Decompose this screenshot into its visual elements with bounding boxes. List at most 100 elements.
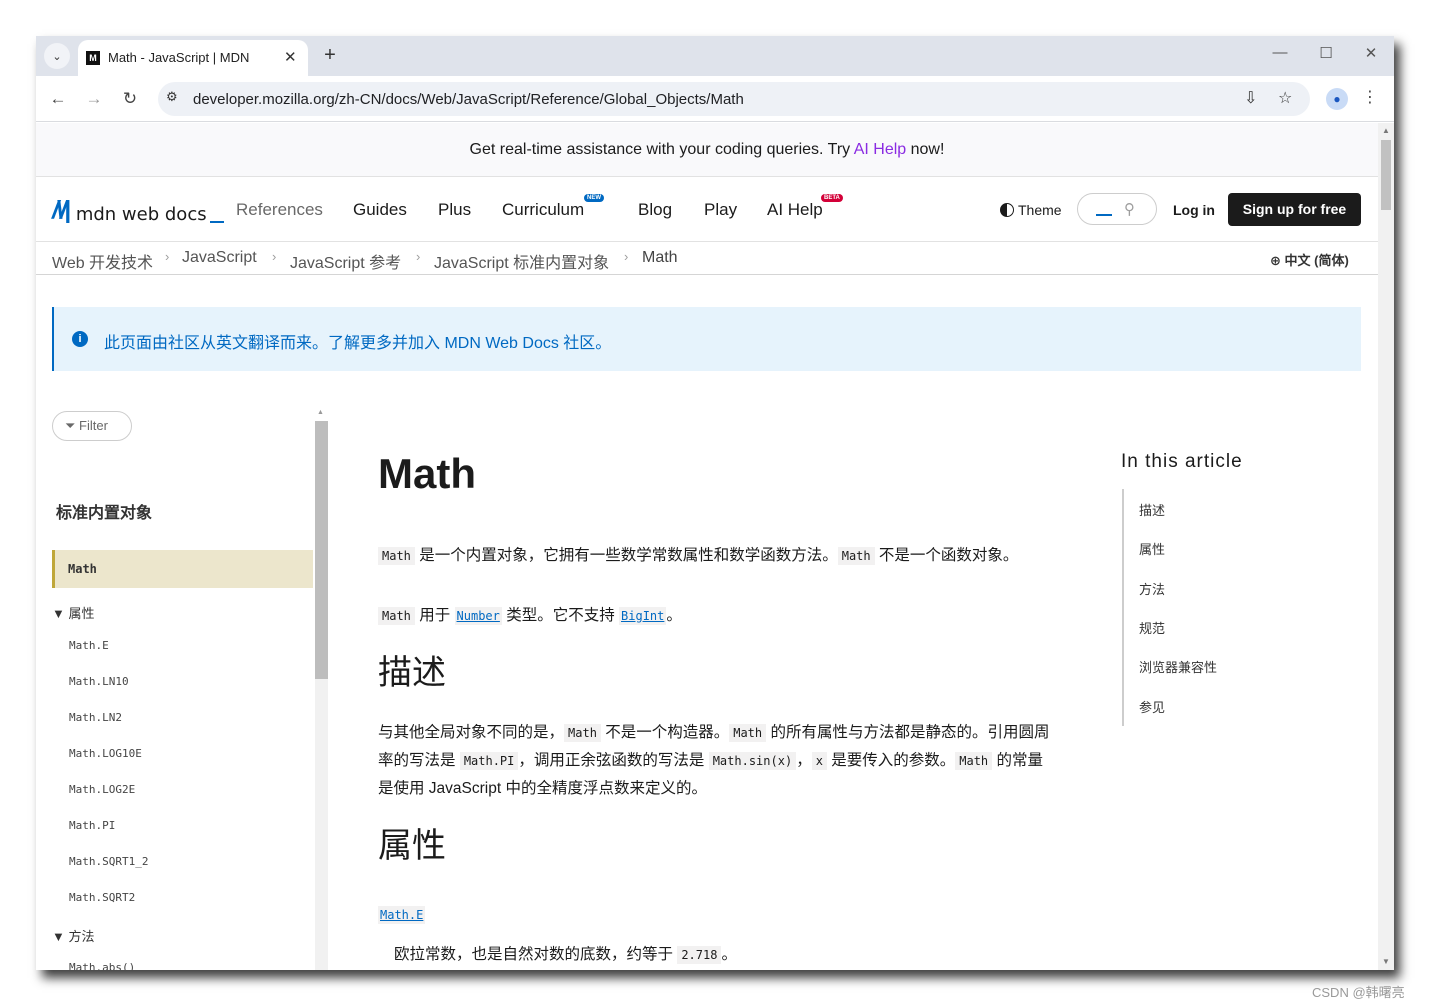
sidebar-item[interactable]: Math.LN10 (69, 675, 129, 688)
login-link[interactable]: Log in (1173, 202, 1215, 218)
mdn-header: /\/| mdn web docs References Guides Plus… (36, 178, 1378, 242)
inline-code: Math (837, 547, 875, 565)
text: 与其他全局对象不同的是， (378, 724, 565, 741)
scroll-up-arrow-icon[interactable]: ▲ (317, 409, 324, 416)
toc-item[interactable]: 规范 (1139, 618, 1165, 637)
toc-item[interactable]: 属性 (1139, 539, 1165, 558)
bookmark-star-icon[interactable]: ☆ (1278, 88, 1292, 108)
browser-menu-icon[interactable]: ⋮ (1362, 87, 1378, 107)
page-title: Math (378, 450, 476, 497)
sidebar-item[interactable]: Math.LOG10E (69, 747, 142, 760)
description-line: 率的写法是 Math.PI ，调用正余弦函数的写法是 Math.sin(x)， x … (378, 748, 1043, 770)
property-term: Math.E (378, 906, 426, 924)
inline-code: 2.718 (677, 946, 722, 964)
sidebar-item[interactable]: Math.SQRT1_2 (69, 855, 148, 868)
sidebar-item[interactable]: Math.PI (69, 819, 115, 832)
banner-text-before: Get real-time assistance with your codin… (469, 141, 854, 158)
logo-text: mdn web docs (75, 204, 207, 225)
toc-item[interactable]: 浏览器兼容性 (1139, 657, 1217, 676)
sidebar-scroll-thumb[interactable] (315, 421, 328, 679)
mdn-logo-mark-icon: /\/| (52, 196, 71, 224)
nav-references[interactable]: References (236, 200, 323, 220)
breadcrumb-chevron-icon: › (165, 249, 170, 264)
language-switcher[interactable]: ⊕ 中文 (简体) (1270, 250, 1349, 269)
number-link[interactable]: Number (454, 607, 502, 625)
maximize-icon[interactable]: ☐ (1316, 44, 1336, 62)
install-app-icon[interactable]: ⇩ (1244, 88, 1257, 108)
number-paragraph: Math 用于 Number 类型。它不支持 BigInt。 (378, 603, 682, 625)
sidebar-item[interactable]: Math.E (69, 639, 109, 652)
new-badge: NEW (584, 194, 604, 202)
sidebar-item[interactable]: Math.LN2 (69, 711, 122, 724)
theme-label: Theme (1018, 202, 1062, 218)
inline-code: Math (564, 724, 601, 742)
nav-curriculum-label: Curriculum (502, 200, 585, 219)
nav-ai-help[interactable]: AI Help BETA (767, 194, 843, 220)
inline-code: Math (729, 724, 767, 742)
notice-link[interactable]: 此页面由社区从英文翻译而来。了解更多并加入 MDN Web Docs 社区。 (104, 329, 611, 353)
globe-icon: ⊕ (1270, 253, 1281, 268)
scroll-down-arrow-icon[interactable]: ▼ (1382, 957, 1390, 966)
page-scroll-thumb[interactable] (1381, 140, 1391, 210)
search-icon: ⚲ (1124, 201, 1135, 218)
breadcrumb-item[interactable]: JavaScript 参考 (290, 249, 401, 273)
text: ， (796, 752, 812, 769)
tab-search-chevron-icon[interactable]: ⌄ (44, 43, 70, 69)
sidebar-item[interactable]: Math.abs() (69, 961, 135, 970)
inline-code: Math (378, 547, 415, 565)
toc-item[interactable]: 参见 (1139, 697, 1165, 716)
sidebar-item-math-active[interactable]: Math (52, 550, 313, 588)
filter-funnel-icon: ⏷ (65, 418, 76, 433)
address-bar[interactable]: ⚙ developer.mozilla.org/zh-CN/docs/Web/J… (158, 82, 1310, 116)
breadcrumb-item[interactable]: JavaScript (182, 249, 257, 267)
profile-avatar-icon[interactable]: ● (1326, 88, 1348, 110)
search-cursor (1096, 214, 1112, 216)
sidebar-filter-input[interactable]: ⏷ Filter (52, 411, 132, 441)
toc-item[interactable]: 方法 (1139, 579, 1165, 598)
toc-item[interactable]: 描述 (1139, 500, 1165, 519)
back-arrow-icon[interactable]: ← (46, 87, 70, 111)
tab-close-icon[interactable]: ✕ (284, 48, 297, 66)
nav-play[interactable]: Play (704, 200, 737, 220)
sidebar-scrollbar[interactable]: ▲ (315, 409, 328, 970)
text: 。 (721, 946, 737, 963)
sidebar-item[interactable]: Math.SQRT2 (69, 891, 135, 904)
site-info-icon[interactable]: ⚙ (166, 89, 178, 105)
browser-tab[interactable]: M Math - JavaScript | MDN ✕ (78, 40, 308, 76)
page-scrollbar[interactable]: ▲ ▼ (1378, 123, 1394, 970)
url-text: developer.mozilla.org/zh-CN/docs/Web/Jav… (193, 91, 744, 108)
translation-notice: i 此页面由社区从英文翻译而来。了解更多并加入 MDN Web Docs 社区。 (52, 307, 1361, 371)
mdn-favicon-icon: M (86, 51, 100, 65)
new-tab-plus-icon[interactable]: + (318, 43, 342, 67)
nav-plus[interactable]: Plus (438, 200, 471, 220)
theme-contrast-icon (1000, 203, 1014, 217)
window-close-icon[interactable]: ✕ (1361, 44, 1381, 62)
text: ，调用正余弦函数的写法是 (518, 752, 709, 769)
nav-curriculum[interactable]: Curriculum NEW (502, 194, 604, 220)
bigint-link[interactable]: BigInt (619, 607, 667, 625)
nav-blog[interactable]: Blog (638, 200, 672, 220)
forward-arrow-icon[interactable]: → (82, 87, 106, 111)
signup-button[interactable]: Sign up for free (1228, 193, 1361, 226)
sidebar-group-properties[interactable]: ▼ 属性 (52, 603, 94, 622)
sidebar-group-methods[interactable]: ▼ 方法 (52, 926, 94, 945)
math-e-link[interactable]: Math.E (378, 906, 426, 924)
mdn-logo[interactable]: /\/| mdn web docs (52, 196, 224, 225)
scroll-up-arrow-icon[interactable]: ▲ (1382, 126, 1390, 135)
nav-guides[interactable]: Guides (353, 200, 407, 220)
search-input[interactable]: ⚲ (1077, 193, 1157, 225)
tab-strip: ⌄ M Math - JavaScript | MDN ✕ + — ☐ ✕ (36, 36, 1394, 76)
breadcrumb-item-current[interactable]: Math (642, 249, 678, 267)
breadcrumb-item[interactable]: JavaScript 标准内置对象 (434, 249, 609, 273)
breadcrumb-item[interactable]: Web 开发技术 (52, 249, 153, 273)
ai-help-link[interactable]: AI Help (854, 141, 906, 158)
reload-icon[interactable]: ↻ (118, 87, 142, 111)
theme-switcher[interactable]: Theme (1000, 202, 1062, 218)
sidebar-item[interactable]: Math.LOG2E (69, 783, 135, 796)
text: 是一个内置对象，它拥有一些数学常数属性和数学函数方法。 (414, 547, 838, 564)
text: 欧拉常数，也是自然对数的底数，约等于 (394, 946, 678, 963)
inline-code: x (811, 752, 827, 770)
inline-code: Math.PI (459, 752, 519, 770)
minimize-icon[interactable]: — (1270, 44, 1290, 61)
breadcrumb-chevron-icon: › (624, 249, 629, 264)
